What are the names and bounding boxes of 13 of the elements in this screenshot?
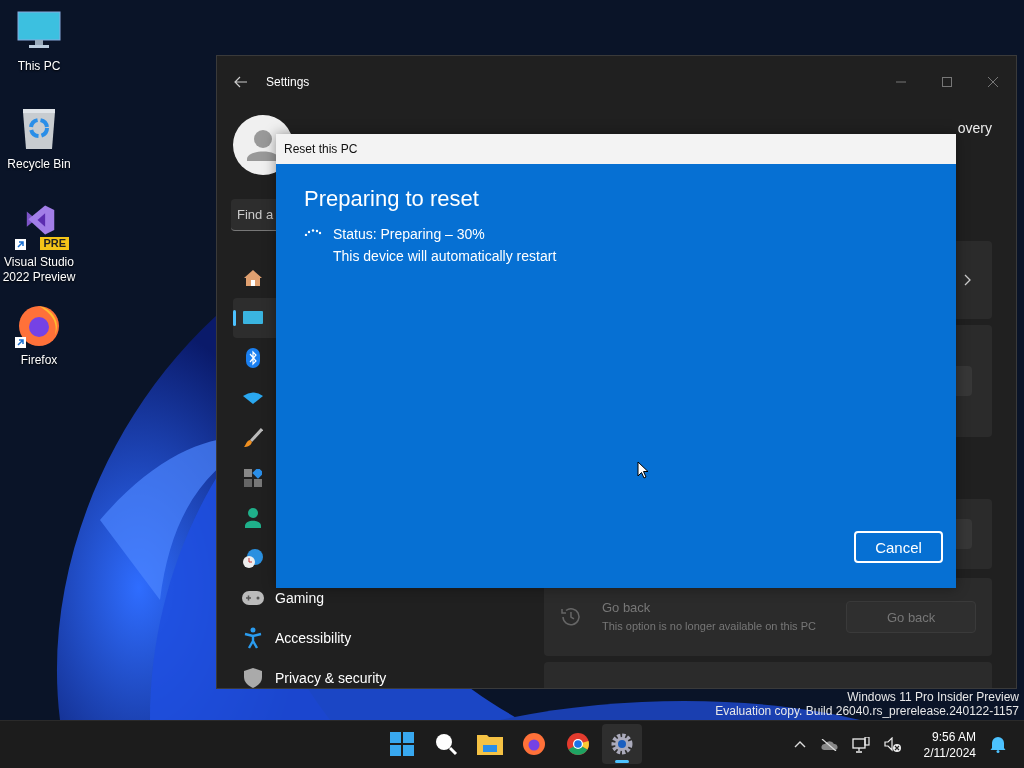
option-title: Go back bbox=[601, 600, 652, 615]
window-title: Settings bbox=[266, 75, 310, 89]
dialog-title: Reset this PC bbox=[284, 142, 358, 156]
date-text: 2/11/2024 bbox=[923, 744, 976, 761]
build-info-text: Evaluation copy. Build 26040.rs_prerelease.240122-1157 bbox=[715, 704, 1019, 718]
option-description: This option is no longer available on this PC bbox=[601, 619, 817, 634]
preview-badge: PRE bbox=[40, 237, 69, 250]
breadcrumb-description: overy bbox=[957, 120, 992, 136]
build-info-text: Windows 11 Pro Insider Preview bbox=[847, 690, 1019, 704]
restart-note: This device will automatically restart bbox=[333, 248, 557, 264]
time-text: 9:56 AM bbox=[931, 728, 976, 745]
status-text: Status: Preparing – 30% bbox=[333, 226, 486, 242]
dialog-heading: Preparing to reset bbox=[304, 186, 480, 212]
